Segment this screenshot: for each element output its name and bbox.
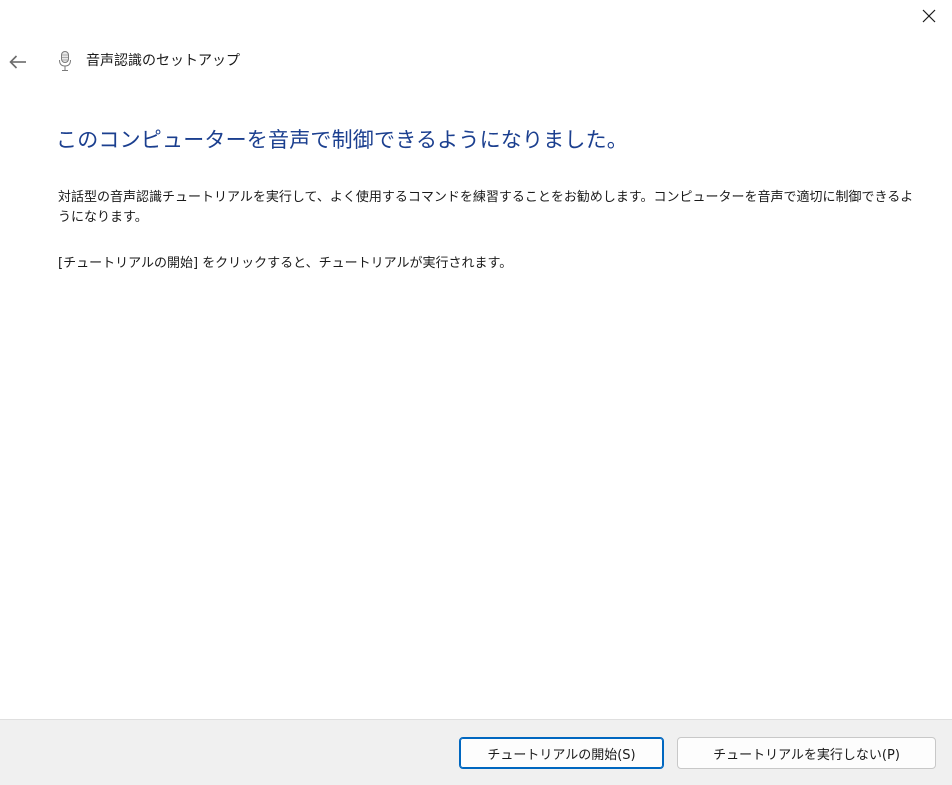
close-icon: [922, 9, 936, 23]
skip-tutorial-button[interactable]: チュートリアルを実行しない(P): [677, 737, 936, 769]
page-heading: このコンピューターを音声で制御できるようになりました。: [56, 128, 628, 152]
back-button[interactable]: [4, 48, 32, 76]
instruction-text: [チュートリアルの開始] をクリックすると、チュートリアルが実行されます。: [58, 256, 513, 271]
description-text: 対話型の音声認識チュートリアルを実行して、よく使用するコマンドを練習することをお…: [58, 190, 914, 225]
start-tutorial-button[interactable]: チュートリアルの開始(S): [459, 737, 664, 769]
back-arrow-icon: [9, 55, 26, 69]
microphone-icon: [56, 50, 74, 72]
window-title: 音声認識のセットアップ: [86, 53, 240, 69]
close-button[interactable]: [906, 0, 952, 32]
setup-window: 音声認識のセットアップ このコンピューターを音声で制御できるようになりました。 …: [0, 0, 952, 785]
footer-bar: チュートリアルの開始(S) チュートリアルを実行しない(P): [0, 719, 952, 785]
